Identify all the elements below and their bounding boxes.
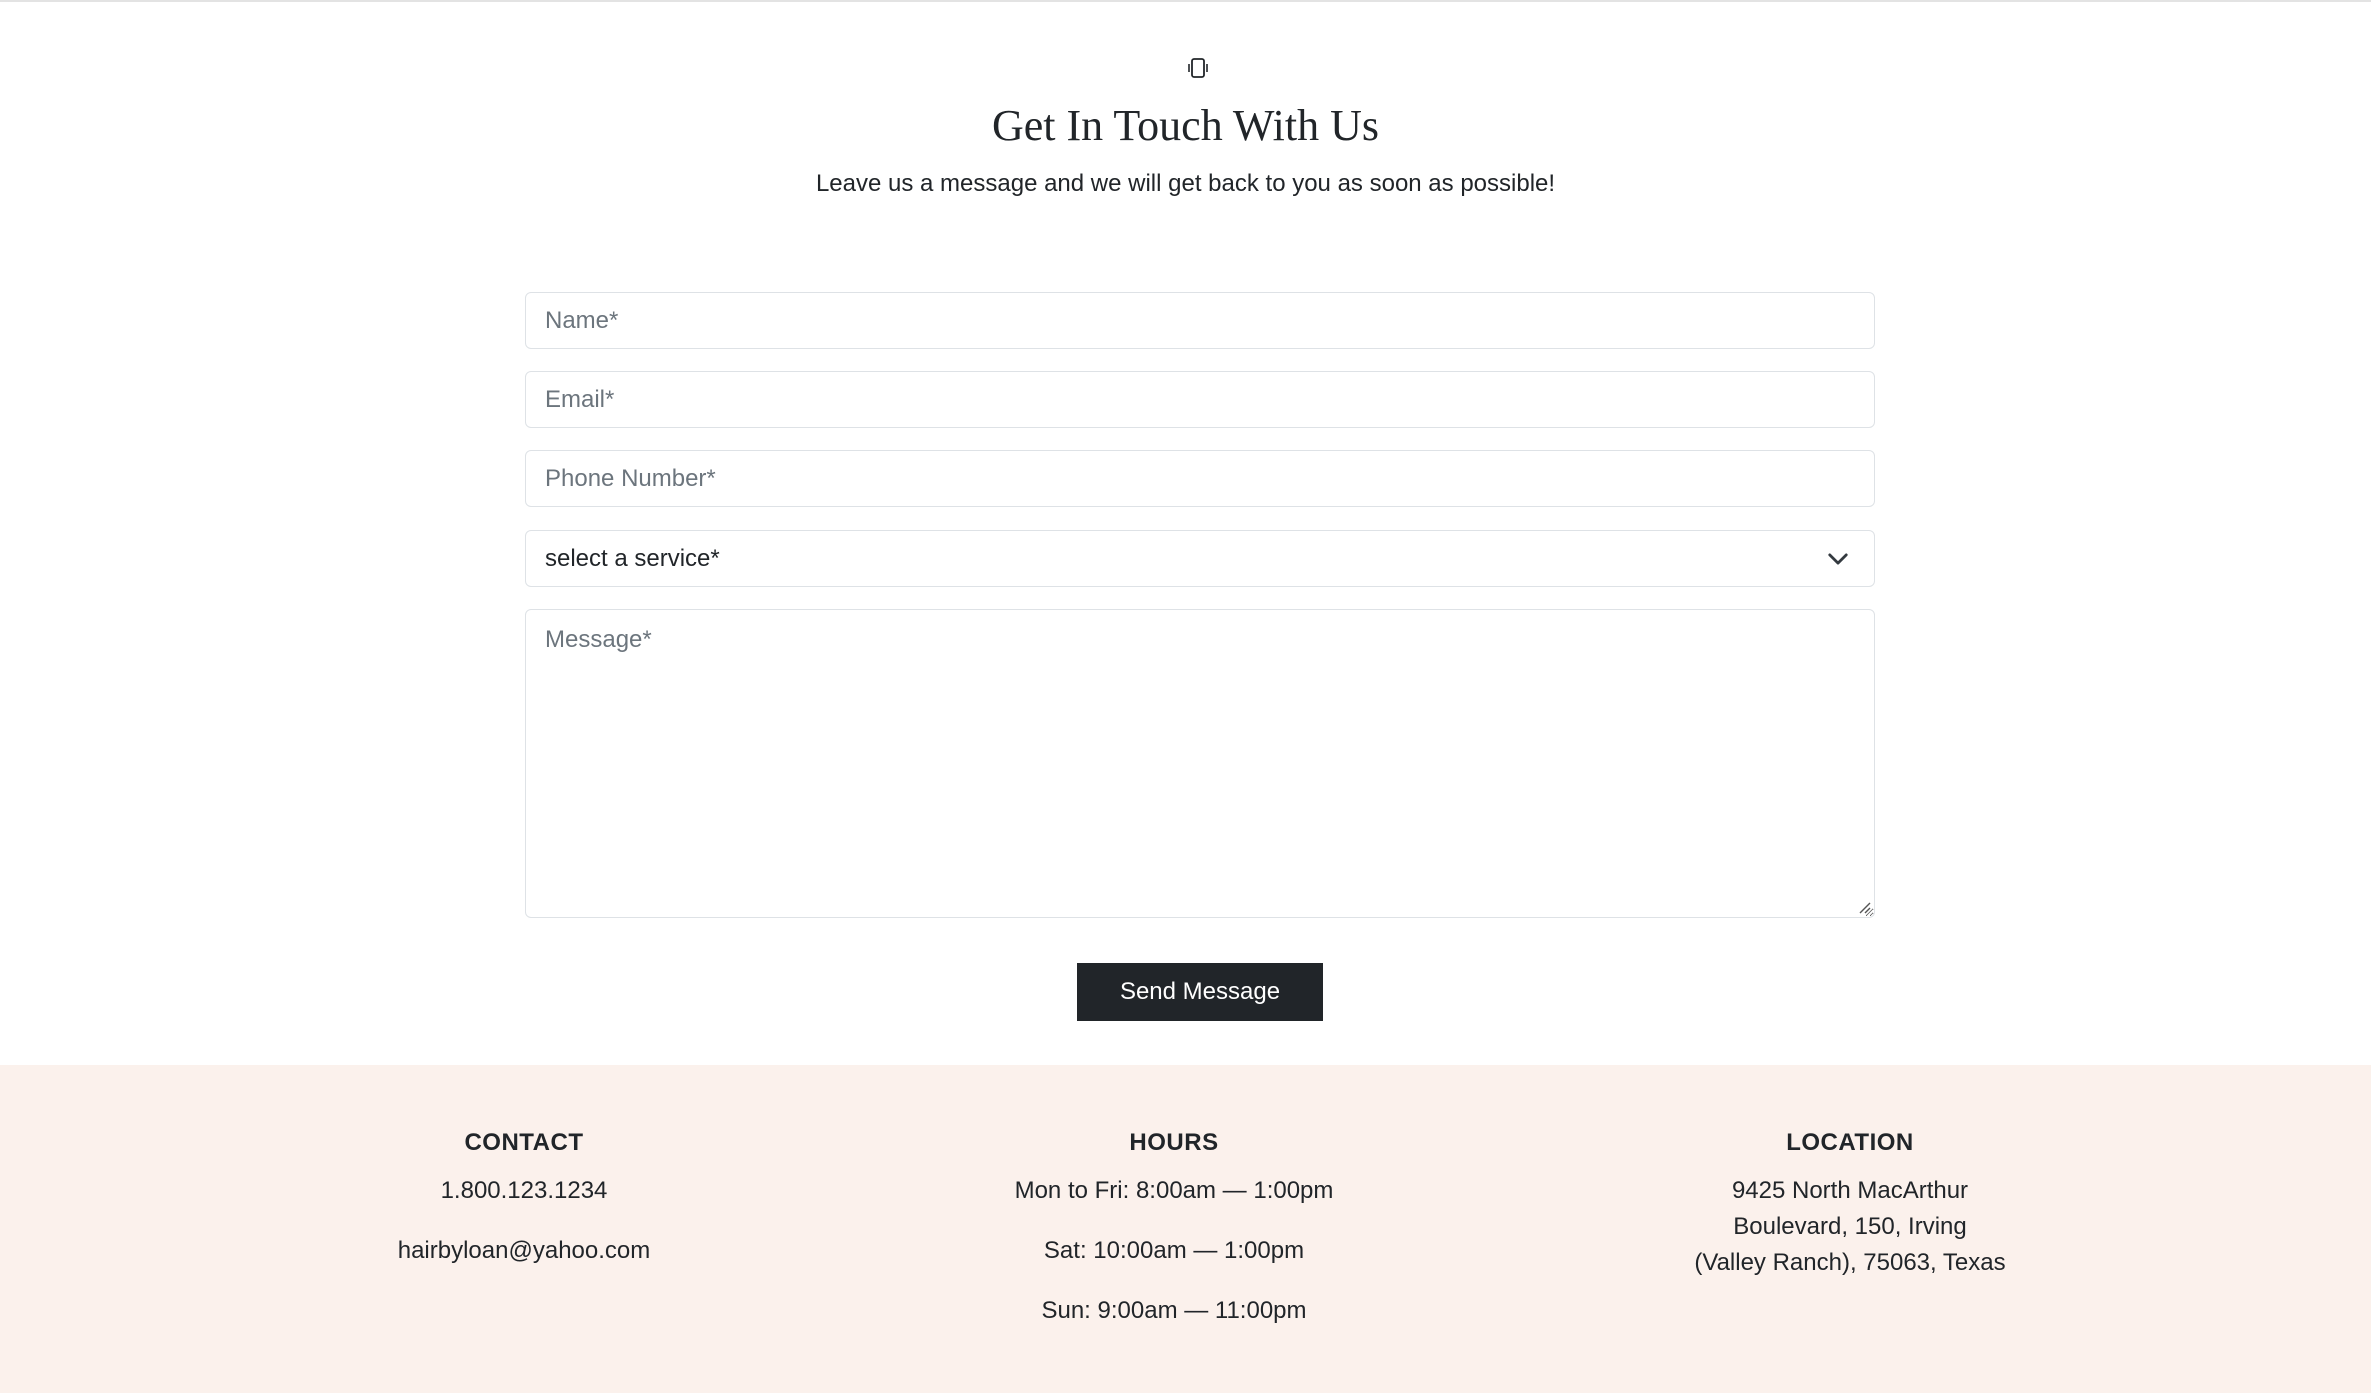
service-select[interactable]: select a service*	[525, 530, 1875, 587]
footer-phone-link[interactable]: 1.800.123.1234	[324, 1177, 724, 1205]
hours-line: Sun: 9:00am — 11:00pm	[1041, 1297, 1307, 1324]
resize-handle-icon[interactable]	[1857, 900, 1871, 914]
address-line: Boulevard, 150, Irving	[1733, 1213, 1967, 1240]
footer-location-title: LOCATION	[1786, 1129, 1914, 1156]
message-textarea[interactable]	[525, 609, 1875, 918]
chevron-down-icon	[1828, 553, 1848, 564]
hours-line: Sat: 10:00am — 1:00pm	[1043, 1237, 1305, 1264]
address-line: (Valley Ranch), 75063, Texas	[1694, 1249, 2006, 1276]
footer-email-link[interactable]: hairbyloan@yahoo.com	[324, 1237, 724, 1265]
phone-icon	[1188, 58, 1208, 78]
page-subtitle: Leave us a message and we will get back …	[815, 170, 1556, 197]
service-select-value: select a service*	[545, 544, 720, 572]
footer-contact-title: CONTACT	[464, 1129, 584, 1156]
hours-line: Mon to Fri: 8:00am — 1:00pm	[1014, 1177, 1334, 1204]
contact-section: Get In Touch With Us Leave us a message …	[0, 0, 2371, 1065]
page-title: Get In Touch With Us	[991, 101, 1380, 150]
phone-number-input[interactable]	[525, 450, 1875, 507]
name-input[interactable]	[525, 292, 1875, 349]
footer: CONTACT 1.800.123.1234 hairbyloan@yahoo.…	[0, 1065, 2371, 1393]
footer-hours-title: HOURS	[1129, 1129, 1219, 1156]
address-line: 9425 North MacArthur	[1731, 1177, 1969, 1204]
send-message-button[interactable]: Send Message	[1077, 963, 1323, 1021]
email-input[interactable]	[525, 371, 1875, 428]
